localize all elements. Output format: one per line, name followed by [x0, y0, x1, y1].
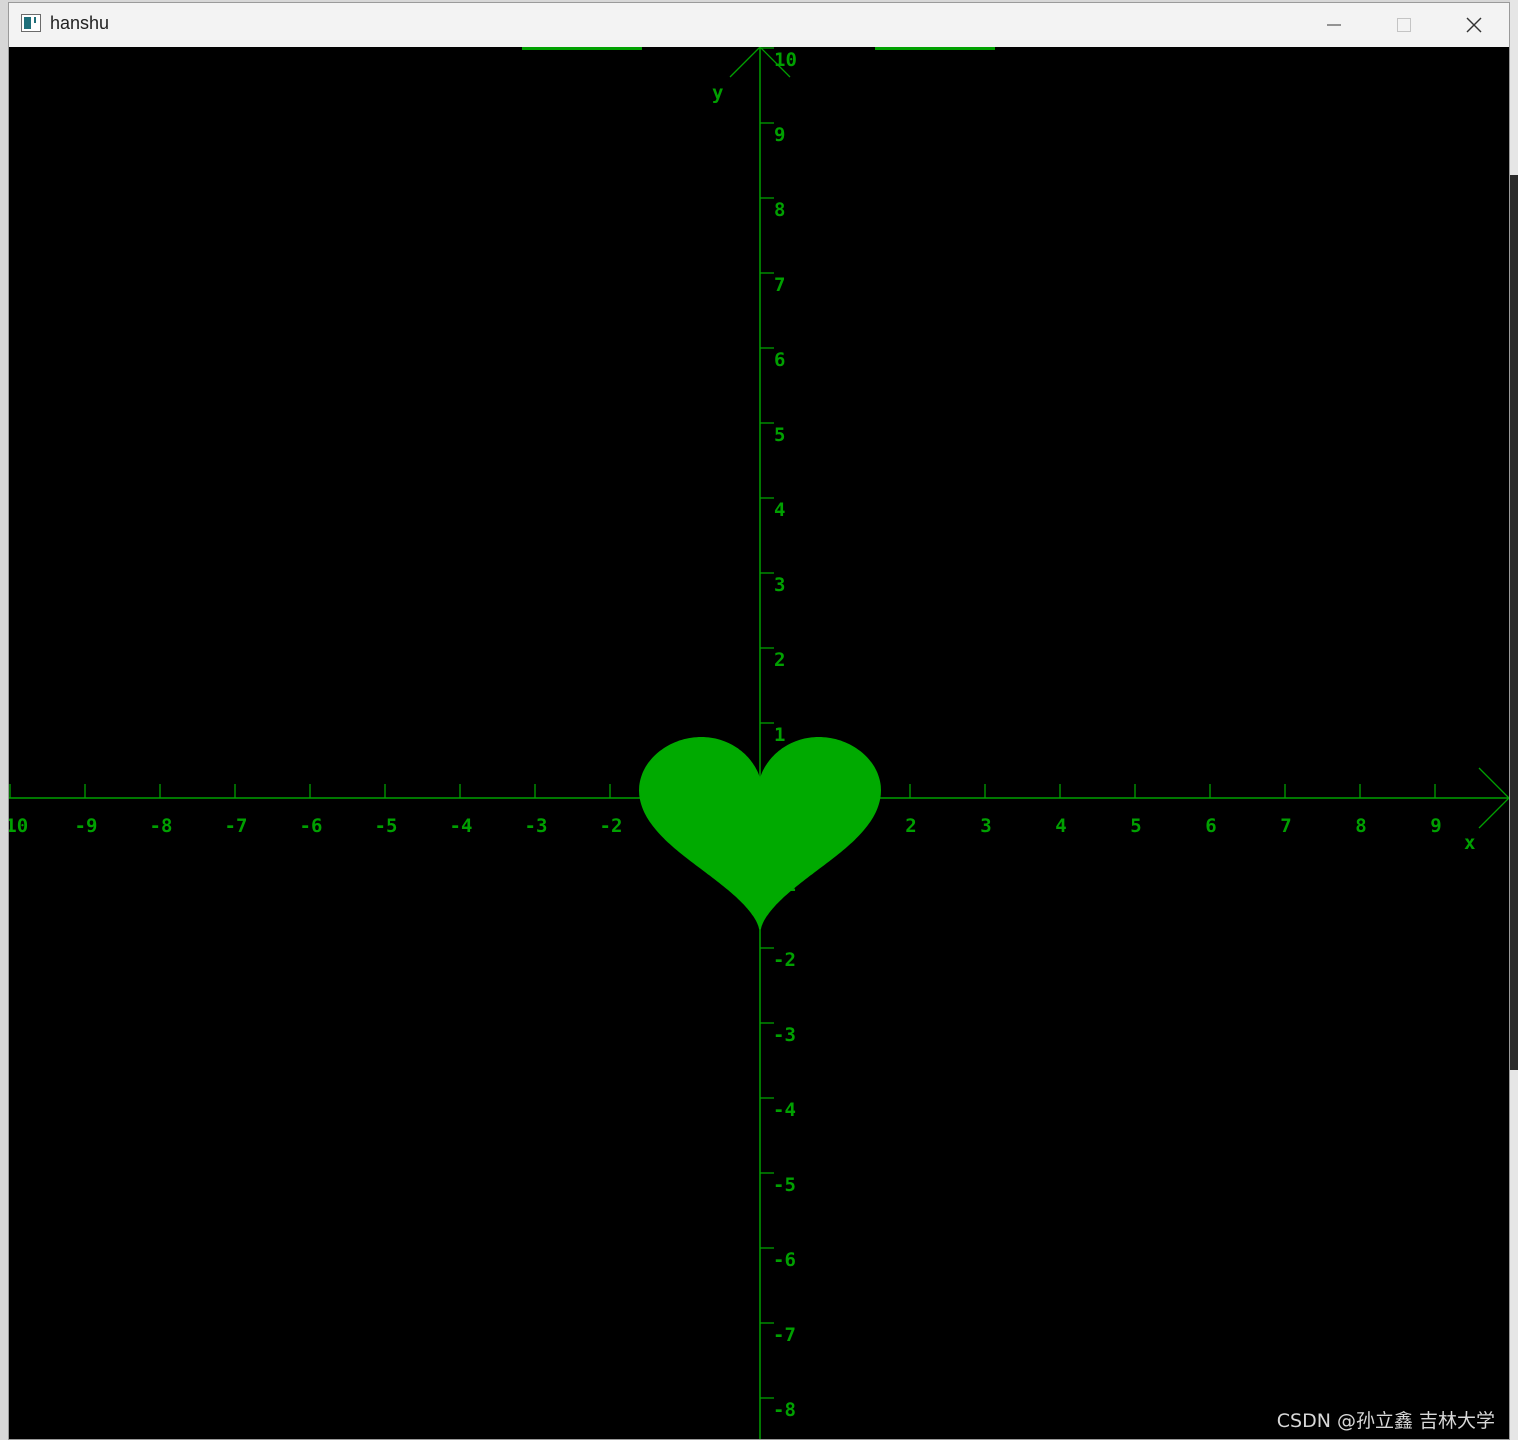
x-axis-arrow-lower — [1478, 797, 1509, 829]
top-bar-right — [875, 47, 995, 50]
x-tick-label: 9 — [1430, 815, 1441, 837]
axis-ticks: -10-9-8-7-6-5-4-3-22345678910987654321-1… — [9, 47, 1442, 1421]
y-tick-label: 10 — [774, 49, 797, 71]
plot-svg: x y -10 -9 -8 -7 -6 -5 -4 -3 -2 2 3 4 5 6 7 8 9 10 9 8 7 6 5 4 3… — [9, 47, 1509, 1439]
y-tick-label: 1 — [774, 724, 785, 746]
y-axis-name: y — [712, 82, 723, 104]
y-tick-label: 9 — [774, 124, 785, 146]
x-tick-label: -2 — [600, 815, 623, 837]
y-tick-label: -7 — [773, 1324, 796, 1346]
app-icon — [21, 14, 41, 32]
x-tick-label: 5 — [1130, 815, 1141, 837]
x-tick-label: 8 — [1355, 815, 1366, 837]
minimize-button[interactable] — [1299, 3, 1369, 47]
x-tick-label: -9 — [75, 815, 98, 837]
plot-canvas: x y -10 -9 -8 -7 -6 -5 -4 -3 -2 2 3 4 5 6 7 8 9 10 9 8 7 6 5 4 3… — [9, 47, 1509, 1439]
y-tick-label: 7 — [774, 274, 785, 296]
y-tick-label: 6 — [774, 349, 785, 371]
close-button[interactable] — [1439, 3, 1509, 47]
watermark-text: CSDN @孙立鑫 吉林大学 — [1276, 1410, 1495, 1432]
x-tick-label: -5 — [375, 815, 398, 837]
maximize-button[interactable] — [1369, 3, 1439, 47]
y-tick-label: -6 — [773, 1249, 796, 1271]
minimize-icon — [1327, 24, 1341, 26]
y-tick-label: 8 — [774, 199, 785, 221]
y-tick-label: -2 — [773, 949, 796, 971]
x-tick-label: 2 — [905, 815, 916, 837]
x-tick-label: 7 — [1280, 815, 1291, 837]
top-bar-left — [522, 47, 642, 50]
x-tick-label: 4 — [1055, 815, 1066, 837]
title-bar[interactable]: hanshu — [9, 3, 1509, 47]
y-axis-arrow-left — [729, 47, 761, 78]
y-tick-label: 3 — [774, 574, 785, 596]
x-axis-name: x — [1464, 832, 1475, 854]
x-tick-label: -8 — [150, 815, 173, 837]
x-tick-label: 6 — [1205, 815, 1216, 837]
x-tick-label: -6 — [300, 815, 323, 837]
x-tick-label: -10 — [9, 815, 28, 837]
y-tick-label: -8 — [773, 1399, 796, 1421]
y-tick-label: 5 — [774, 424, 785, 446]
x-tick-label: -3 — [525, 815, 548, 837]
x-axis-arrow-upper — [1478, 767, 1509, 799]
x-tick-label: -4 — [450, 815, 473, 837]
y-tick-label: -3 — [773, 1024, 796, 1046]
app-window: hanshu x y 0 -9 -8 -7 -6 -5 -4 -3 -2 2 3… — [8, 2, 1510, 1440]
maximize-icon — [1397, 18, 1411, 32]
background-scrollbar — [1510, 175, 1518, 1070]
x-tick-label: -7 — [225, 815, 248, 837]
window-title: hanshu — [50, 13, 110, 33]
y-tick-label: -5 — [773, 1174, 796, 1196]
x-tick-label: 3 — [980, 815, 991, 837]
y-tick-label: 4 — [774, 499, 785, 521]
close-icon — [1466, 17, 1482, 33]
y-tick-label: -4 — [773, 1099, 796, 1121]
y-tick-label: 2 — [774, 649, 785, 671]
